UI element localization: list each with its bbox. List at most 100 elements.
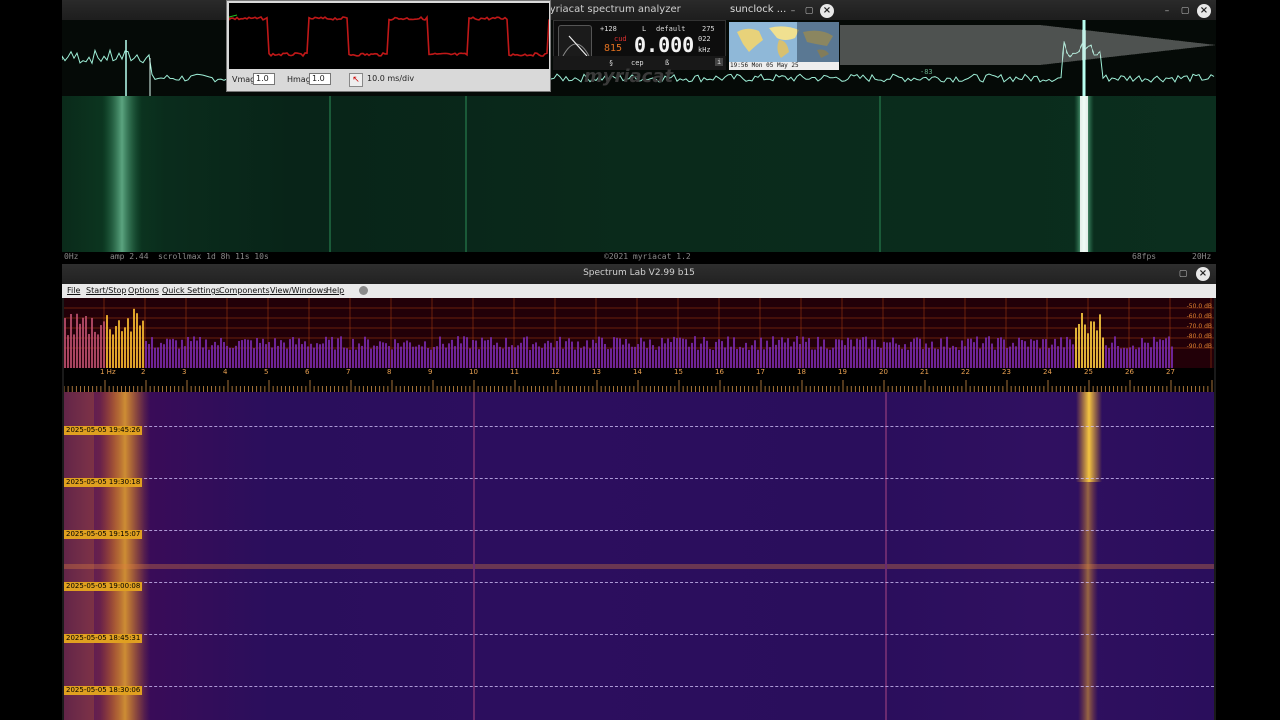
spectrum-bar	[310, 343, 312, 368]
spectrum-bar	[598, 336, 600, 368]
spectrum-bar	[457, 336, 459, 368]
spectrum-bar	[526, 336, 528, 368]
spectrum-bar	[787, 338, 789, 368]
menu-components[interactable]: Components	[219, 286, 270, 295]
radio-mode: L	[642, 25, 647, 33]
spectrum-bar	[256, 338, 258, 368]
spectrum-bar	[814, 349, 816, 368]
spectrum-lab-title: Spectrum Lab V2.99 b15	[583, 268, 695, 278]
menu-quick-settings[interactable]: Quick Settings	[162, 286, 220, 295]
spectrum-bar	[1027, 346, 1029, 368]
spectrum-bar	[220, 337, 222, 368]
spectrum-bar	[421, 346, 423, 368]
sunclock-maximize-button[interactable]: ▢	[802, 4, 816, 18]
spectrum-bar	[475, 340, 477, 368]
spectrum-bar	[346, 348, 348, 368]
spectrum-bar	[1003, 339, 1005, 368]
spectrum-bar	[289, 339, 291, 368]
spectrum-bar	[64, 318, 66, 368]
menu-options[interactable]: Options	[128, 286, 159, 295]
myriacat-close-button[interactable]: ×	[1197, 4, 1211, 18]
spectrum-bar	[910, 341, 912, 368]
spectrum-bar	[433, 347, 435, 368]
spectrum-bar	[781, 337, 783, 368]
spectrum-lab-maximize-button[interactable]: ▢	[1176, 267, 1190, 281]
spectrum-bar	[1144, 342, 1146, 368]
sunclock-minimize-button[interactable]: –	[786, 4, 800, 18]
spectrum-bar	[520, 342, 522, 368]
world-map-icon	[729, 22, 839, 62]
spectrum-bar	[1108, 347, 1110, 368]
spectrum-bar	[427, 348, 429, 368]
spectrum-bar	[352, 338, 354, 368]
vmag-input[interactable]: 1.0	[253, 73, 275, 85]
spectrum-bar	[76, 313, 78, 368]
spectrum-bar	[571, 341, 573, 368]
myriacat-waveform-graph	[839, 25, 1215, 65]
frequency-label: 25	[1084, 368, 1093, 376]
spectrum-bar	[115, 326, 117, 368]
spectrum-bar	[307, 346, 309, 368]
radio-frequency[interactable]: 0.000	[634, 33, 694, 57]
spectrum-bar	[829, 349, 831, 368]
spectrum-bar	[373, 345, 375, 368]
spectrum-bar	[955, 347, 957, 368]
myriacat-minimize-button[interactable]: –	[1160, 4, 1174, 18]
spectrum-bar	[628, 343, 630, 368]
spectrum-bar	[340, 336, 342, 368]
spectrum-bar	[424, 341, 426, 368]
spectrum-bar	[1012, 342, 1014, 368]
spectrum-bar	[202, 347, 204, 368]
spectrum-bar	[205, 339, 207, 368]
spectrum-lab-close-button[interactable]: ×	[1196, 267, 1210, 281]
spectrum-bar	[721, 341, 723, 368]
frequency-label: 1 Hz	[100, 368, 116, 376]
myriacat-maximize-button[interactable]: ▢	[1178, 4, 1192, 18]
frequency-axis[interactable]: 1 Hz 2 3 4 5 6 7 8 9 10 11 12 13 14 15 16 17 18 19 20 21 22 23…	[63, 368, 1214, 392]
sunclock-map[interactable]	[729, 22, 839, 62]
radio-count: 275	[702, 25, 715, 33]
spectrum-bar	[451, 339, 453, 368]
spectrum-bar	[328, 339, 330, 368]
spectrum-lab-titlebar[interactable]: Spectrum Lab V2.99 b15 ▢ ×	[62, 264, 1216, 284]
spectrum-bar	[418, 344, 420, 368]
menu-file[interactable]: File	[67, 286, 80, 295]
spectrum-bar	[1063, 347, 1065, 368]
spectrum-bar	[574, 349, 576, 368]
oscilloscope-controls: Vmag 1.0 Hmag 1.0 ↖ 10.0 ms/div	[229, 71, 549, 91]
spectrum-bar	[925, 343, 927, 368]
spectrum-bar	[673, 336, 675, 368]
spectrum-bar	[757, 349, 759, 368]
frequency-label: 6	[305, 368, 310, 376]
menu-start-stop[interactable]: Start/Stop	[86, 286, 126, 295]
spectrum-bar	[583, 346, 585, 368]
spectrum-bar	[895, 343, 897, 368]
waterfall-timestamp: 2025-05-05 18:45:31	[64, 634, 143, 643]
spectrum-bar	[448, 343, 450, 368]
spectrum-bar	[862, 337, 864, 368]
timebase-label: 10.0 ms/div	[367, 74, 415, 83]
spectrum-bar	[1018, 337, 1020, 368]
frequency-label: 2	[141, 368, 146, 376]
spectrum-bar	[727, 336, 729, 368]
spectrum-bar	[709, 348, 711, 368]
spectrum-bar	[718, 339, 720, 368]
spectrum-bar	[490, 337, 492, 368]
radio-info-button[interactable]: i	[715, 58, 724, 66]
radio-preset[interactable]: default	[656, 25, 686, 33]
spectrum-lab-menubar: File Start/Stop Options Quick Settings C…	[62, 284, 1216, 298]
waterfall-timestamp: 2025-05-05 19:45:26	[64, 426, 143, 435]
spectrum-bar	[103, 321, 105, 368]
spectrum-bar	[316, 343, 318, 368]
scope-cursor-button[interactable]: ↖	[349, 73, 363, 87]
frequency-label: 15	[674, 368, 683, 376]
spectrum-bar	[469, 348, 471, 368]
sunclock-close-button[interactable]: ×	[820, 4, 834, 18]
spectrum-bar	[277, 345, 279, 368]
spectrum-bar	[838, 339, 840, 368]
menu-help[interactable]: Help	[326, 286, 344, 295]
frequency-label: 21	[920, 368, 929, 376]
hmag-input[interactable]: 1.0	[309, 73, 331, 85]
spectrum-bar	[742, 347, 744, 368]
menu-view-windows[interactable]: View/Windows	[270, 286, 327, 295]
